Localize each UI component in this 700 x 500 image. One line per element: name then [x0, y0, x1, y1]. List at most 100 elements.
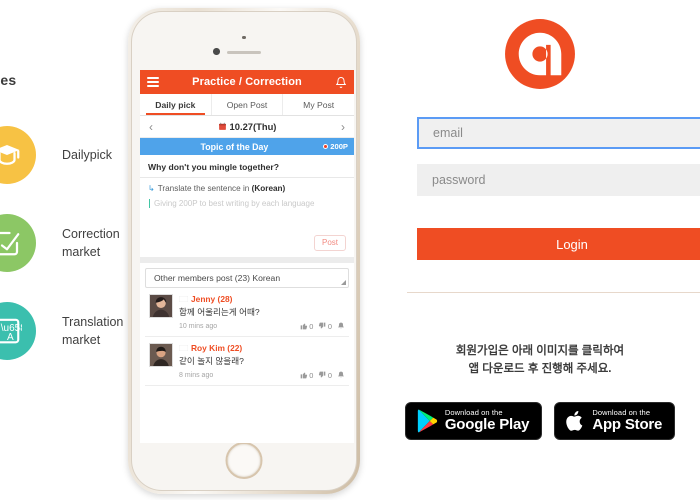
like-button[interactable]: 0 — [300, 370, 314, 380]
app-tabs: Daily pick Open Post My Post — [140, 94, 354, 116]
logo-container — [380, 16, 700, 92]
feature-item-translation[interactable]: \u6587 A Translation market — [0, 302, 134, 360]
calendar-icon — [218, 122, 226, 130]
feature-label: Dailypick — [62, 147, 113, 162]
thumbs-up-icon — [300, 372, 307, 379]
post-reactions: 0 0 — [300, 371, 345, 380]
earpiece-speaker — [227, 51, 261, 54]
feature-item-dailypick[interactable]: Dailypick — [0, 126, 134, 184]
app-logo-icon — [505, 19, 575, 89]
badge-big-label: Google Play — [444, 416, 530, 434]
thumbs-down-icon — [319, 371, 326, 378]
feature-label: Correction market — [62, 226, 120, 259]
password-field[interactable]: password — [417, 164, 700, 196]
check-pencil-icon — [0, 214, 36, 272]
email-field[interactable]: email — [417, 117, 700, 149]
tab-label: My Post — [303, 99, 335, 110]
topic-of-the-day-bar: Topic of the Day 200P — [140, 138, 354, 155]
post-text: 함께 어울리는게 어때? — [179, 306, 260, 317]
thumbs-down-icon — [319, 322, 326, 329]
post-body: Jenny (28) 함께 어울리는게 어때? 10 mins ago 0 0 — [179, 294, 345, 331]
signup-instructions: 회원가입은 아래 이미지를 클릭하여 앱 다운로드 후 진행해 주세요. — [380, 342, 700, 379]
google-play-badge[interactable]: Download on the Google Play — [404, 402, 543, 440]
phone-body: Practice / Correction Daily pick Open Po… — [131, 11, 357, 491]
instruction-language: (Korean) — [251, 184, 286, 193]
features-sidebar: ures Dailypick Correction market — [0, 0, 123, 500]
post-reactions: 0 0 — [300, 322, 345, 331]
translate-instruction: ↳ Translate the sentence in (Korean) — [148, 184, 346, 194]
signup-note-line-2: 앱 다운로드 후 진행해 주세요. — [468, 363, 612, 376]
login-panel: email password Login 회원가입은 아래 이미지를 클릭하여 … — [380, 0, 700, 500]
badge-big-label: App Store — [592, 416, 663, 434]
avatar — [149, 342, 173, 367]
home-button[interactable] — [225, 442, 263, 479]
tab-label: Open Post — [226, 99, 268, 110]
tab-label: Daily pick — [155, 99, 196, 110]
post-author: Jenny (28) — [179, 294, 345, 304]
points-value: 200P — [330, 142, 348, 151]
answer-composer: ↳ Translate the sentence in (Korean) Giv… — [140, 178, 354, 257]
like-button[interactable]: 0 — [300, 321, 314, 331]
app-store-badge[interactable]: Download on the App Store — [554, 402, 676, 440]
points-badge: 200P — [322, 142, 348, 151]
bell-icon[interactable] — [335, 76, 347, 89]
avatar — [149, 293, 173, 318]
phone-screen: Practice / Correction Daily pick Open Po… — [140, 70, 354, 443]
instruction-prefix: Translate the sentence in — [157, 184, 252, 193]
tab-daily-pick[interactable]: Daily pick — [140, 94, 211, 116]
list-item[interactable]: Jenny (28) 함께 어울리는게 어때? 10 mins ago 0 0 — [145, 288, 349, 337]
feature-label: Translation market — [62, 314, 124, 347]
page-root: ures Dailypick Correction market — [0, 0, 700, 500]
question-text: Why don't you mingle together? — [148, 162, 279, 172]
post-text: 같이 놀지 않을래? — [179, 355, 244, 366]
front-camera-icon — [213, 48, 220, 55]
graduation-cap-icon — [0, 126, 36, 184]
current-date: 10.27(Thu) — [218, 121, 277, 132]
reply-arrow-icon: ↳ — [148, 184, 155, 193]
post-meta: 10 mins ago 0 0 — [179, 322, 345, 331]
dislike-count: 0 — [327, 370, 332, 380]
post-body: Roy Kim (22) 같이 놀지 않을래? 8 mins ago 0 0 — [179, 343, 345, 380]
hamburger-icon[interactable] — [147, 77, 159, 87]
point-dot-icon — [322, 143, 329, 150]
dislike-button[interactable]: 0 — [318, 322, 332, 331]
password-placeholder: password — [432, 173, 486, 187]
post-timestamp: 8 mins ago — [179, 371, 214, 379]
topic-label: Topic of the Day — [200, 141, 269, 152]
other-members-post-label: Other members post (23) Korean — [154, 272, 281, 283]
panel-divider — [407, 292, 700, 293]
store-badges: Download on the Google Play Download on … — [380, 402, 700, 440]
korea-flag-icon — [179, 344, 188, 351]
date-text: 10.27(Thu) — [229, 121, 277, 132]
translate-icon: \u6587 A — [0, 302, 36, 360]
apple-icon — [566, 411, 583, 431]
resize-handle[interactable] — [341, 279, 346, 285]
answer-input[interactable]: Giving 200P to best writing by each lang… — [148, 198, 346, 232]
email-placeholder: email — [433, 126, 463, 140]
dislike-count: 0 — [327, 321, 332, 331]
like-count: 0 — [309, 321, 314, 331]
next-day-button[interactable]: › — [341, 121, 345, 133]
report-icon[interactable] — [337, 322, 345, 330]
like-count: 0 — [309, 370, 314, 380]
dislike-button[interactable]: 0 — [318, 371, 332, 380]
thumbs-up-icon — [300, 323, 307, 330]
prev-day-button[interactable]: ‹ — [149, 121, 153, 133]
list-item[interactable]: Roy Kim (22) 같이 놀지 않을래? 8 mins ago 0 0 — [145, 337, 349, 386]
report-icon[interactable] — [337, 371, 345, 379]
section-divider — [140, 256, 354, 263]
login-button[interactable]: Login — [417, 228, 700, 260]
post-meta: 8 mins ago 0 0 — [179, 371, 345, 380]
other-members-post-header[interactable]: Other members post (23) Korean — [145, 267, 349, 288]
app-header: Practice / Correction — [140, 70, 354, 94]
svg-text:A: A — [7, 332, 14, 343]
date-navigation: ‹ 10.27(Thu) › — [140, 116, 354, 138]
post-button[interactable]: Post — [313, 234, 346, 251]
post-timestamp: 10 mins ago — [179, 322, 218, 330]
feature-item-correction[interactable]: Correction market — [0, 214, 134, 272]
answer-placeholder: Giving 200P to best writing by each lang… — [154, 198, 315, 208]
post-list: Jenny (28) 함께 어울리는게 어때? 10 mins ago 0 0 … — [145, 287, 349, 443]
tab-open-post[interactable]: Open Post — [210, 94, 283, 115]
tab-my-post[interactable]: My Post — [282, 94, 354, 115]
proximity-sensor-icon — [242, 36, 246, 40]
